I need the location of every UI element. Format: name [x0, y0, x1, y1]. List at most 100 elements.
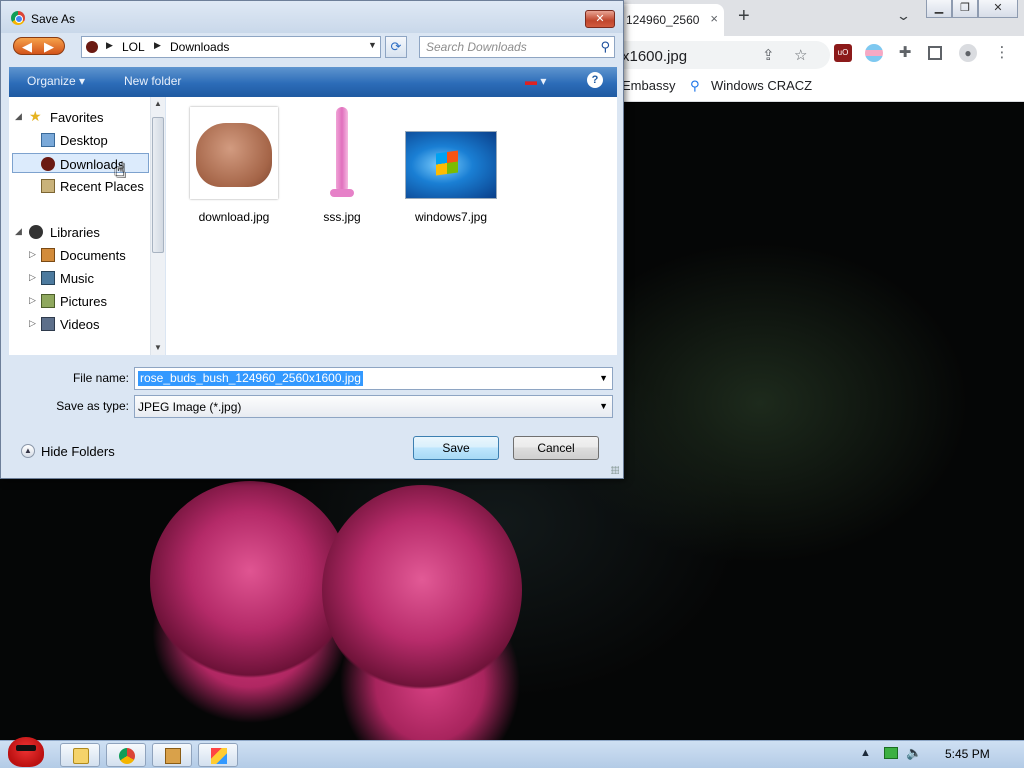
- collapse-arrow-icon[interactable]: ◢: [15, 111, 22, 122]
- tree-item-recent-places[interactable]: Recent Places: [13, 176, 149, 196]
- scroll-up-arrow-icon[interactable]: ▲: [154, 99, 162, 108]
- bookmark-windows-cracz[interactable]: Windows CRACZ: [711, 78, 812, 93]
- window-close-button[interactable]: ✕: [978, 0, 1018, 18]
- tree-label: Documents: [60, 248, 126, 263]
- file-name-label: File name:: [72, 371, 129, 385]
- help-button[interactable]: ?: [587, 72, 603, 88]
- tree-label: Recent Places: [60, 179, 144, 194]
- paint-icon: [211, 748, 227, 764]
- back-arrow-icon[interactable]: ◀: [22, 39, 32, 55]
- scrollbar-thumb[interactable]: [152, 117, 164, 253]
- save-type-select[interactable]: JPEG Image (*.jpg) ▼: [134, 395, 613, 418]
- file-item[interactable]: sss.jpg: [290, 103, 394, 224]
- tree-label: Libraries: [50, 225, 100, 240]
- file-item[interactable]: download.jpg: [182, 103, 286, 224]
- scroll-down-arrow-icon[interactable]: ▼: [154, 343, 162, 352]
- tree-item-music[interactable]: ▷ Music: [13, 268, 149, 288]
- file-name-field[interactable]: rose_buds_bush_124960_2560x1600.jpg ▼: [134, 367, 613, 390]
- save-button[interactable]: Save: [413, 436, 499, 460]
- tree-item-downloads[interactable]: Downloads: [12, 153, 149, 173]
- tree-item-videos[interactable]: ▷ Videos: [13, 314, 149, 334]
- hide-folders-button[interactable]: ▲ Hide Folders: [19, 441, 129, 461]
- expand-arrow-icon[interactable]: ▷: [29, 318, 36, 329]
- file-name: windows7.jpg: [414, 210, 488, 224]
- restore-button[interactable]: ❐: [952, 0, 978, 18]
- folder-icon: [73, 748, 89, 764]
- tree-item-favorites[interactable]: ◢ ★ Favorites: [13, 107, 149, 127]
- save-type-label: Save as type:: [56, 399, 129, 413]
- windows-logo-icon: [436, 150, 458, 176]
- profile-avatar-icon[interactable]: ●: [959, 44, 977, 62]
- menu-kebab-icon[interactable]: ⋮: [993, 44, 1011, 62]
- search-input[interactable]: Search Downloads ⚲: [419, 36, 615, 58]
- thumbnail-image: [336, 107, 348, 193]
- expand-arrow-icon[interactable]: ▷: [29, 272, 36, 283]
- taskbar-paint-button[interactable]: [198, 743, 238, 767]
- search-icon[interactable]: ⚲: [600, 39, 610, 55]
- new-tab-button[interactable]: +: [738, 5, 750, 28]
- browser-tab[interactable]: 124960_2560 ×: [612, 4, 724, 36]
- view-options-icon[interactable]: ▬ ▾: [525, 74, 546, 88]
- minimize-button[interactable]: ▁: [926, 0, 952, 18]
- new-folder-button[interactable]: New folder: [124, 74, 181, 88]
- cancel-button[interactable]: Cancel: [513, 436, 599, 460]
- taskbar-explorer-button[interactable]: [60, 743, 100, 767]
- tab-close-icon[interactable]: ×: [710, 11, 718, 26]
- share-icon[interactable]: ⇪: [762, 46, 775, 64]
- tree-item-libraries[interactable]: ◢ Libraries: [13, 222, 149, 242]
- breadcrumb-downloads[interactable]: Downloads: [170, 40, 229, 54]
- address-bar[interactable]: x1600.jpg ⇪ ☆: [612, 41, 830, 69]
- organize-label: Organize: [27, 74, 76, 88]
- refresh-button[interactable]: ⟳: [385, 36, 407, 58]
- tree-label: Desktop: [60, 133, 108, 148]
- tray-expand-icon[interactable]: ▲: [860, 747, 871, 759]
- address-breadcrumb[interactable]: ▶ LOL ▶ Downloads ▼: [81, 36, 381, 58]
- back-forward-buttons[interactable]: ◀ ▶: [13, 37, 65, 55]
- file-name: download.jpg: [198, 210, 270, 224]
- browser-tab-title: 124960_2560: [626, 13, 700, 27]
- tab-search-chevron-icon[interactable]: ⌄: [896, 8, 911, 24]
- dialog-close-button[interactable]: ✕: [585, 10, 615, 28]
- documents-icon: [41, 248, 55, 262]
- ublock-extension-icon[interactable]: uO: [834, 44, 852, 62]
- desktop-icon: [41, 133, 55, 147]
- battery-icon[interactable]: [884, 747, 898, 759]
- file-item[interactable]: windows7.jpg: [399, 103, 503, 224]
- tree-item-documents[interactable]: ▷ Documents: [13, 245, 149, 265]
- file-name-dropdown-icon[interactable]: ▼: [599, 373, 608, 383]
- file-thumbnail: [405, 131, 497, 199]
- taskbar-chrome-button[interactable]: [106, 743, 146, 767]
- extensions-puzzle-icon[interactable]: ✚: [896, 44, 914, 62]
- collapse-arrow-icon[interactable]: ◢: [15, 226, 22, 237]
- resize-grip-icon[interactable]: [611, 466, 619, 474]
- breadcrumb-arrow-icon[interactable]: ▶: [154, 40, 161, 51]
- expand-arrow-icon[interactable]: ▷: [29, 249, 36, 260]
- volume-icon[interactable]: 🔈: [906, 745, 922, 761]
- tree-item-desktop[interactable]: Desktop: [13, 130, 149, 150]
- clock[interactable]: 5:45 PM: [945, 747, 990, 761]
- forward-arrow-icon[interactable]: ▶: [44, 39, 54, 55]
- organize-button[interactable]: Organize ▾: [27, 74, 85, 88]
- address-bar-text: x1600.jpg: [622, 48, 688, 65]
- tree-item-pictures[interactable]: ▷ Pictures: [13, 291, 149, 311]
- rose-image-right: [322, 485, 522, 695]
- start-button[interactable]: [2, 731, 50, 768]
- save-type-dropdown-icon[interactable]: ▼: [599, 401, 608, 411]
- file-name-value[interactable]: rose_buds_bush_124960_2560x1600.jpg: [138, 371, 363, 386]
- chrome-icon: [119, 748, 135, 764]
- bookmark-embassy[interactable]: Embassy: [622, 78, 675, 93]
- breadcrumb-arrow-icon[interactable]: ▶: [106, 40, 113, 51]
- search-placeholder: Search Downloads: [426, 40, 527, 54]
- side-panel-icon[interactable]: [928, 46, 942, 60]
- address-dropdown-icon[interactable]: ▼: [368, 40, 377, 50]
- navigation-scrollbar[interactable]: ▲ ▼: [150, 97, 165, 355]
- navigation-pane: ◢ ★ Favorites Desktop Downloads Recent P…: [9, 97, 165, 355]
- file-list: download.jpg sss.jpg windows7.jpg: [166, 97, 617, 355]
- angry-bird-brow: [16, 745, 36, 751]
- taskbar-app-button[interactable]: [152, 743, 192, 767]
- bookmark-star-icon[interactable]: ☆: [794, 46, 807, 64]
- dialog-title-bar[interactable]: Save As ✕: [1, 1, 623, 33]
- expand-arrow-icon[interactable]: ▷: [29, 295, 36, 306]
- extension-icon[interactable]: [865, 44, 883, 62]
- breadcrumb-lol[interactable]: LOL: [122, 40, 145, 54]
